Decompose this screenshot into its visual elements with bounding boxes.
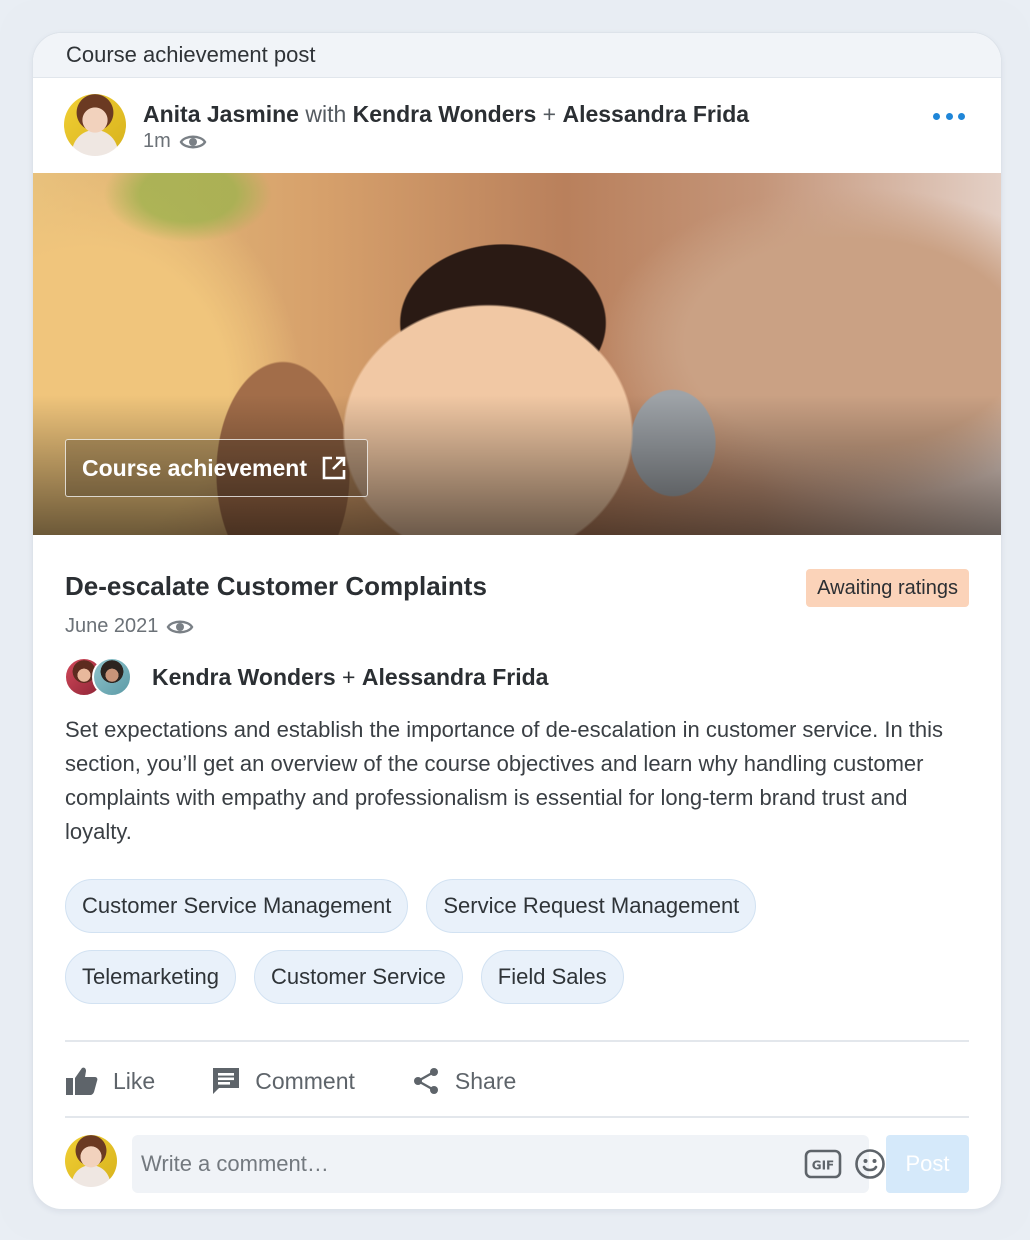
divider xyxy=(65,1116,969,1118)
emoji-icon[interactable] xyxy=(854,1148,886,1180)
course-hero-image: Course achievement xyxy=(33,173,1001,535)
skill-tag[interactable]: Service Request Management xyxy=(426,879,757,933)
tag-row: Telemarketing Customer Service Field Sal… xyxy=(65,950,975,1004)
author-name[interactable]: Anita Jasmine xyxy=(143,101,299,127)
collaborator-name[interactable]: Kendra Wonders xyxy=(353,101,537,127)
comment-label: Comment xyxy=(255,1067,355,1094)
comment-button[interactable]: Comment xyxy=(211,1066,355,1096)
course-collaborators: Kendra Wonders + Alessandra Frida xyxy=(64,655,548,699)
divider xyxy=(65,1040,969,1042)
collaborator-avatar[interactable] xyxy=(92,657,132,697)
svg-text:GIF: GIF xyxy=(812,1159,835,1173)
eye-icon xyxy=(167,620,194,633)
collaborator-name[interactable]: Kendra Wonders xyxy=(152,664,336,690)
share-button[interactable]: Share xyxy=(411,1066,516,1096)
thumbs-up-icon xyxy=(66,1067,98,1095)
gif-icon[interactable]: GIF xyxy=(804,1149,842,1179)
share-icon xyxy=(413,1068,438,1094)
author-line: Anita Jasmine with Kendra Wonders + Ales… xyxy=(143,100,749,128)
post-comment-button[interactable]: Post xyxy=(886,1135,969,1193)
author-avatar[interactable] xyxy=(64,94,126,156)
course-date: June 2021 xyxy=(65,615,159,637)
author-info: Anita Jasmine with Kendra Wonders + Ales… xyxy=(143,100,749,153)
collaborator-name[interactable]: Alessandra Frida xyxy=(362,664,549,690)
post-time: 1m xyxy=(143,130,171,152)
course-meta: June 2021 xyxy=(65,615,194,638)
course-achievement-button[interactable]: Course achievement xyxy=(65,439,368,497)
skill-tags: Customer Service Management Service Requ… xyxy=(65,879,975,1021)
post-card: Course achievement post Anita Jasmine wi… xyxy=(32,32,1002,1210)
course-description: Set expectations and establish the impor… xyxy=(65,717,944,844)
collaborator-name[interactable]: Alessandra Frida xyxy=(562,101,749,127)
status-badge: Awaiting ratings xyxy=(806,569,969,607)
page-background: Course achievement post Anita Jasmine wi… xyxy=(0,0,1030,1240)
comment-composer: GIF Post xyxy=(65,1135,969,1195)
skill-tag[interactable]: Telemarketing xyxy=(65,950,236,1004)
course-title[interactable]: De-escalate Customer Complaints xyxy=(65,571,487,602)
card-header: Course achievement post xyxy=(33,33,1001,78)
comment-input[interactable] xyxy=(132,1135,869,1193)
plus-sign: + xyxy=(342,663,356,690)
tag-row: Customer Service Management Service Requ… xyxy=(65,879,975,933)
eye-icon xyxy=(179,135,207,148)
post-meta: 1m xyxy=(143,130,749,153)
post-actions: Like Comment Share xyxy=(65,1063,572,1099)
external-link-icon xyxy=(322,456,346,480)
collaborator-names: Kendra Wonders + Alessandra Frida xyxy=(152,664,548,691)
comment-icon xyxy=(213,1068,240,1094)
skill-tag[interactable]: Field Sales xyxy=(480,950,624,1004)
skill-tag[interactable]: Customer Service Management xyxy=(65,879,409,933)
more-horizontal-icon[interactable] xyxy=(933,108,965,124)
post-author-row: Anita Jasmine with Kendra Wonders + Ales… xyxy=(33,78,1001,173)
like-button[interactable]: Like xyxy=(65,1066,155,1096)
course-achievement-label: Course achievement xyxy=(82,454,307,481)
card-header-title: Course achievement post xyxy=(66,42,316,67)
like-label: Like xyxy=(113,1067,156,1094)
skill-tag[interactable]: Customer Service xyxy=(253,950,463,1004)
share-label: Share xyxy=(454,1067,517,1094)
with-text: with xyxy=(305,101,347,127)
current-user-avatar xyxy=(65,1135,117,1187)
plus-sign: + xyxy=(542,101,557,127)
hero-background-detail xyxy=(103,173,273,243)
